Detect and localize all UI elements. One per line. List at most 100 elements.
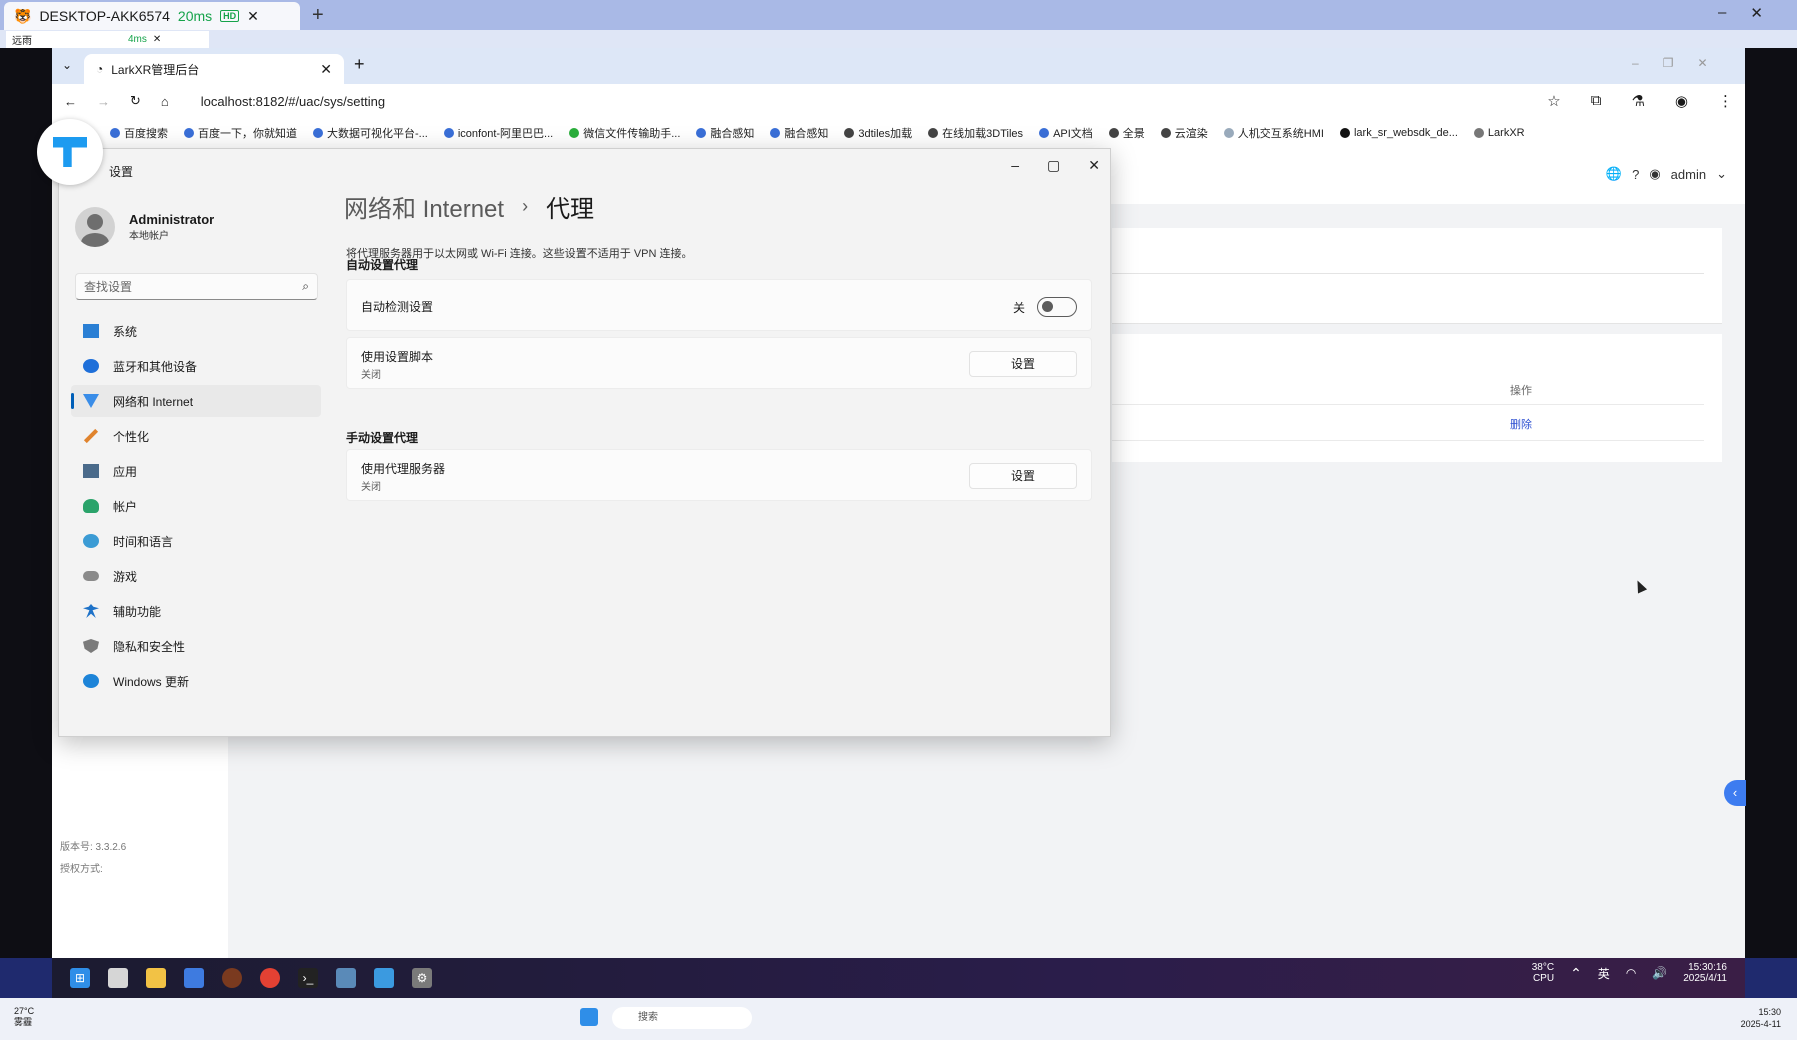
terminal-icon[interactable]: ›_	[298, 968, 318, 988]
nav-item-system[interactable]: 系统	[71, 315, 321, 347]
close-icon[interactable]: ✕	[1750, 4, 1763, 22]
forward-icon[interactable]: →	[97, 94, 110, 109]
maximize-icon[interactable]: ▢	[1047, 157, 1060, 174]
clock-time: 15:30:16	[1688, 962, 1727, 973]
wifi-icon[interactable]: ◠	[1626, 966, 1636, 980]
chevron-down-icon[interactable]: ⌄	[1716, 166, 1727, 182]
setup-script-label: 使用设置脚本	[361, 350, 434, 364]
ime-indicator[interactable]: 英	[1598, 965, 1610, 982]
bookmark[interactable]: API文档	[1039, 125, 1093, 141]
chrome-icon[interactable]	[260, 968, 280, 988]
monitor-app-icon[interactable]	[336, 968, 356, 988]
settings-gear-icon[interactable]: ⚙	[412, 968, 432, 988]
remote-host: DESKTOP-AKK6574	[39, 8, 170, 24]
chevron-up-icon[interactable]: ⌃	[1570, 965, 1582, 982]
bookmark[interactable]: 百度一下，你就知道	[184, 125, 297, 141]
weather-widget[interactable]: 27°C 雾霾	[14, 1006, 34, 1028]
nav-item-network[interactable]: 网络和 Internet	[71, 385, 321, 417]
settings-search-input[interactable]: 查找设置 ⌕	[75, 273, 318, 300]
windows-start-icon[interactable]	[580, 1008, 598, 1026]
bookmark[interactable]: LarkXR	[1473, 127, 1525, 139]
delete-link[interactable]: 删除	[1510, 416, 1532, 432]
bookmark[interactable]: lark_sr_websdk_de...	[1339, 127, 1458, 139]
new-tab-icon[interactable]: +	[354, 54, 365, 75]
user-profile[interactable]: Administrator 本地帐户	[75, 207, 214, 247]
setup-script-button[interactable]: 设置	[969, 351, 1077, 377]
close-icon[interactable]: ✕	[247, 8, 259, 25]
bookmark[interactable]: 在线加载3DTiles	[928, 125, 1023, 141]
frame-right	[1745, 48, 1797, 958]
app-icon[interactable]	[222, 968, 242, 988]
bookmark[interactable]: 融合感知	[770, 125, 828, 141]
address-bar: ← → ↻ ⌂ localhost:8182/#/uac/sys/setting…	[52, 84, 1745, 118]
section-manual-proxy: 手动设置代理	[346, 431, 419, 445]
new-tab-icon[interactable]: +	[312, 4, 324, 27]
notepad-icon[interactable]	[374, 968, 394, 988]
frame-left	[0, 48, 52, 958]
auto-detect-toggle[interactable]	[1037, 297, 1077, 317]
help-icon[interactable]: ?	[1632, 167, 1639, 182]
extensions-icon[interactable]: ⧉	[1591, 92, 1602, 110]
bookmark[interactable]: 人机交互系统HMI	[1223, 125, 1324, 141]
minimize-icon[interactable]: –	[1718, 4, 1726, 22]
bookmark[interactable]: 百度搜索	[110, 125, 168, 141]
nav-item-personalization[interactable]: 个性化	[71, 420, 321, 452]
bookmark[interactable]: 微信文件传输助手...	[569, 125, 680, 141]
minimize-icon[interactable]: –	[1632, 56, 1639, 70]
close-icon[interactable]: ✕	[1088, 157, 1100, 174]
windows-start-icon[interactable]: ⊞	[70, 968, 90, 988]
nav-item-gaming[interactable]: 游戏	[71, 560, 321, 592]
close-icon[interactable]: ✕	[153, 34, 161, 45]
bookmark[interactable]: 大数据可视化平台-...	[313, 125, 428, 141]
host-taskbar-icons	[580, 1008, 598, 1026]
bookmark[interactable]: iconfont-阿里巴巴...	[443, 125, 553, 141]
restore-icon[interactable]: ❐	[1663, 56, 1674, 70]
nav-item-apps[interactable]: 应用	[71, 455, 321, 487]
search-icon: ⌕	[302, 279, 309, 293]
close-icon[interactable]: ✕	[1697, 56, 1707, 70]
browser-tab[interactable]: ◔ LarkXR管理后台 ✕	[84, 54, 344, 84]
bookmark[interactable]: 云渲染	[1160, 125, 1208, 141]
nav-item-time-language[interactable]: 时间和语言	[71, 525, 321, 557]
globe-icon[interactable]: 🌐	[1606, 166, 1622, 182]
inner-remote-tab[interactable]: 远雨 4ms ✕	[6, 31, 209, 48]
reload-icon[interactable]: ↻	[130, 93, 141, 109]
nav-item-privacy[interactable]: 隐私和安全性	[71, 630, 321, 662]
labs-icon[interactable]: ⚗	[1631, 92, 1644, 110]
user-menu[interactable]: admin	[1671, 167, 1706, 182]
back-icon[interactable]: ←	[64, 94, 77, 109]
close-icon[interactable]: ✕	[320, 61, 332, 78]
profile-icon[interactable]: ◉	[1675, 92, 1688, 110]
weather-temp: 27°C	[14, 1006, 35, 1016]
settings-nav: 系统 蓝牙和其他设备 网络和 Internet 个性化 应用 帐户 时间和语言 …	[71, 315, 321, 700]
table-card: 操作 删除	[1112, 334, 1722, 462]
settings-window: 设置 – ▢ ✕ Administrator 本地帐户 查找设置 ⌕ 系统 蓝牙…	[37, 119, 1111, 737]
nav-item-accessibility[interactable]: 辅助功能	[71, 595, 321, 627]
task-view-icon[interactable]	[108, 968, 128, 988]
nav-item-bluetooth[interactable]: 蓝牙和其他设备	[71, 350, 321, 382]
file-explorer-icon[interactable]	[146, 968, 166, 988]
bookmarks-bar: 百度搜索 百度一下，你就知道 大数据可视化平台-... iconfont-阿里巴…	[52, 118, 1745, 148]
bookmark[interactable]: 融合感知	[696, 125, 754, 141]
nav-item-windows-update[interactable]: Windows 更新	[71, 665, 321, 697]
column-header-op: 操作	[1510, 385, 1532, 397]
bookmark[interactable]: 3dtiles加载	[844, 125, 912, 141]
tab-list-icon[interactable]: ⌄	[62, 58, 72, 72]
bookmark[interactable]: 全景	[1108, 125, 1145, 141]
menu-icon[interactable]: ⋮	[1718, 92, 1733, 110]
star-icon[interactable]: ☆	[1547, 92, 1560, 110]
minimize-icon[interactable]: –	[1011, 157, 1019, 174]
host-search-box[interactable]: 搜索	[612, 1007, 752, 1029]
home-icon[interactable]: ⌂	[161, 94, 169, 109]
nav-item-accounts[interactable]: 帐户	[71, 490, 321, 522]
proxy-server-setup-button[interactable]: 设置	[969, 463, 1077, 489]
chevron-left-icon[interactable]: ‹	[1724, 780, 1746, 806]
url-field[interactable]: localhost:8182/#/uac/sys/setting	[201, 94, 385, 109]
cpu-label: CPU	[1532, 973, 1555, 984]
window-controls: – ✕	[1718, 4, 1763, 22]
gamepad-icon	[83, 571, 99, 581]
remote-tab[interactable]: 🐯 DESKTOP-AKK6574 20ms HD ✕	[4, 2, 300, 30]
breadcrumb-parent[interactable]: 网络和 Internet	[344, 189, 504, 224]
app-icon[interactable]	[184, 968, 204, 988]
volume-icon[interactable]: 🔊	[1652, 966, 1667, 980]
